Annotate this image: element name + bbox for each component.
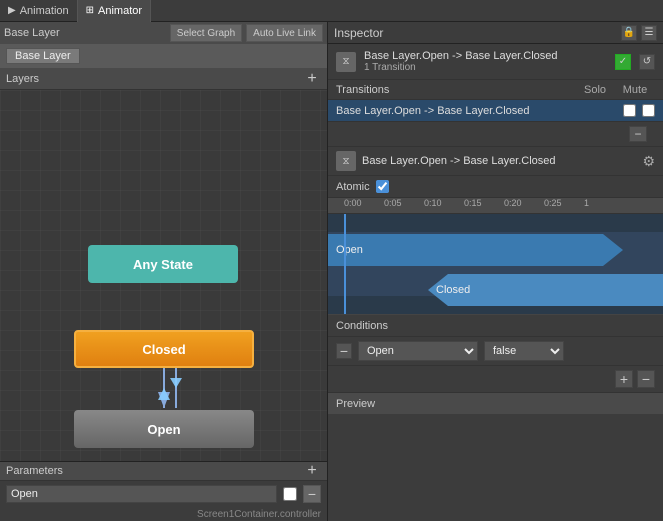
layers-label: Layers	[6, 73, 303, 85]
file-label: Screen1Container.controller	[0, 507, 327, 521]
closed-state-node[interactable]: Closed	[74, 330, 254, 368]
inspector-title: Inspector	[334, 26, 621, 40]
any-state-node[interactable]: Any State	[88, 245, 238, 283]
tab-animator[interactable]: ⊞ Animator	[78, 0, 151, 22]
right-panel: Inspector 🔒 ☰ ⧖ Base Layer.Open -> Base …	[328, 22, 663, 521]
transition-count: 1 Transition	[364, 62, 607, 73]
ruler-mark-3: 0:15	[464, 198, 482, 208]
add-param-button[interactable]: +	[303, 462, 321, 480]
timeline-bar-open: Open	[328, 234, 623, 266]
timeline-top-band	[328, 214, 663, 232]
param-minus-button[interactable]: −	[303, 485, 321, 503]
params-label: Parameters	[6, 465, 303, 477]
save-icon[interactable]: ✓	[615, 54, 631, 70]
breadcrumb-base-layer[interactable]: Base Layer	[6, 48, 80, 64]
toolbar-title: Base Layer	[4, 27, 166, 39]
second-transition-text: Base Layer.Open -> Base Layer.Closed	[362, 155, 636, 167]
animator-icon: ⊞	[86, 5, 94, 16]
transition-title: Base Layer.Open -> Base Layer.Closed	[364, 50, 607, 62]
transition-type-icon: ⧖	[336, 52, 356, 72]
open-state-node[interactable]: Open	[74, 410, 254, 448]
transitions-list-header: Transitions Solo Mute	[328, 80, 663, 100]
inspector-icons: 🔒 ☰	[621, 25, 657, 41]
transition-list-row[interactable]: Base Layer.Open -> Base Layer.Closed	[328, 100, 663, 122]
transition-info: ⧖ Base Layer.Open -> Base Layer.Closed 1…	[328, 44, 663, 80]
transition-actions: −	[328, 122, 663, 147]
select-graph-button[interactable]: Select Graph	[170, 24, 242, 42]
atomic-checkbox[interactable]	[376, 180, 389, 193]
add-layer-button[interactable]: +	[303, 70, 321, 88]
param-name-input[interactable]	[6, 485, 277, 503]
params-row: −	[0, 481, 327, 507]
timeline-open-label: Open	[336, 244, 363, 256]
condition-value-select[interactable]: false true	[484, 341, 564, 361]
ruler-marks-container: 0:00 0:05 0:10 0:15 0:20 0:25 1	[344, 198, 663, 213]
inspector-header: Inspector 🔒 ☰	[328, 22, 663, 44]
left-panel: Base Layer Select Graph Auto Live Link B…	[0, 22, 328, 521]
solo-column-label: Solo	[575, 84, 615, 96]
mute-column-label: Mute	[615, 84, 655, 96]
tab-animation[interactable]: ▶ Animation	[0, 0, 78, 22]
breadcrumb-bar: Base Layer	[0, 44, 327, 68]
atomic-label: Atomic	[336, 181, 370, 193]
condition-param-select[interactable]: Open	[358, 341, 478, 361]
graph-area[interactable]: Any State Closed Open	[0, 90, 327, 461]
ruler-mark-4: 0:20	[504, 198, 522, 208]
ruler-mark-6: 1	[584, 198, 589, 208]
closed-state-label: Closed	[142, 342, 185, 357]
condition-row: − Open false true	[328, 337, 663, 366]
ruler-mark-5: 0:25	[544, 198, 562, 208]
add-condition-button[interactable]: +	[615, 370, 633, 388]
remove-all-conditions-button[interactable]: −	[637, 370, 655, 388]
timeline-ruler: 0:00 0:05 0:10 0:15 0:20 0:25 1	[328, 198, 663, 214]
remove-transition-button[interactable]: −	[629, 126, 647, 142]
remove-condition-button[interactable]: −	[336, 343, 352, 359]
mute-checkbox[interactable]	[642, 104, 655, 117]
open-state-label: Open	[147, 422, 180, 437]
timeline-body[interactable]: Open Closed	[328, 214, 663, 314]
animation-icon: ▶	[8, 5, 16, 16]
transitions-label: Transitions	[336, 84, 575, 96]
left-toolbar: Base Layer Select Graph Auto Live Link	[0, 22, 327, 44]
conditions-footer: + −	[328, 366, 663, 392]
conditions-label: Conditions	[336, 320, 655, 332]
settings-icon[interactable]: ⚙	[642, 153, 655, 170]
bottom-section: Parameters + − Screen1Container.controll…	[0, 461, 327, 521]
preview-label: Preview	[336, 398, 375, 410]
any-state-label: Any State	[133, 257, 193, 272]
transition-row-text: Base Layer.Open -> Base Layer.Closed	[336, 105, 617, 117]
auto-live-link-button[interactable]: Auto Live Link	[246, 24, 323, 42]
menu-icon[interactable]: ☰	[641, 25, 657, 41]
ruler-mark-0: 0:00	[344, 198, 362, 208]
transition2-icon: ⧖	[336, 151, 356, 171]
conditions-header: Conditions	[328, 315, 663, 337]
ruler-mark-2: 0:10	[424, 198, 442, 208]
layers-header: Layers +	[0, 68, 327, 90]
revert-icon[interactable]: ↺	[639, 54, 655, 70]
param-bool-checkbox[interactable]	[283, 487, 297, 501]
conditions-section: Conditions − Open false true + −	[328, 314, 663, 392]
timeline-cursor[interactable]	[344, 214, 346, 314]
atomic-row: Atomic	[328, 176, 663, 198]
preview-footer: Preview	[328, 392, 663, 414]
lock-icon[interactable]: 🔒	[621, 25, 637, 41]
transition-details: Base Layer.Open -> Base Layer.Closed 1 T…	[364, 50, 607, 73]
params-header: Parameters +	[0, 462, 327, 481]
timeline-closed-label: Closed	[436, 284, 470, 296]
ruler-mark-1: 0:05	[384, 198, 402, 208]
tab-bar: ▶ Animation ⊞ Animator	[0, 0, 663, 22]
solo-checkbox[interactable]	[623, 104, 636, 117]
second-transition-row: ⧖ Base Layer.Open -> Base Layer.Closed ⚙	[328, 147, 663, 176]
timeline-bar-closed: Closed	[428, 274, 663, 306]
